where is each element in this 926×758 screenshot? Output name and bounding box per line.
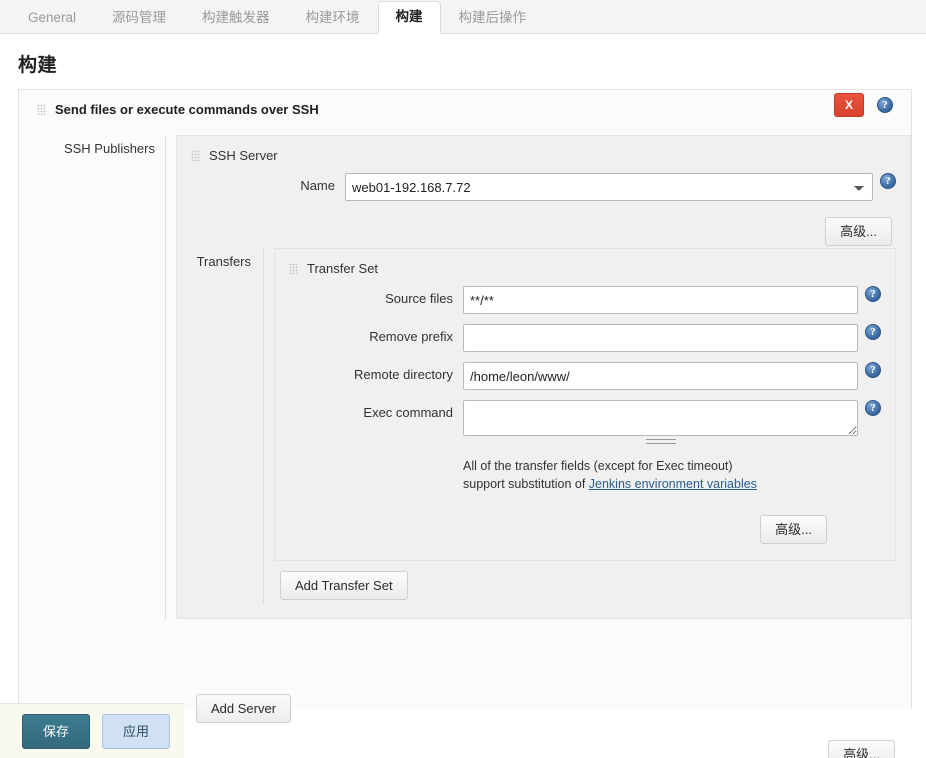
remove-prefix-field: Remove prefix ? bbox=[285, 324, 881, 352]
tab-post-build-actions[interactable]: 构建后操作 bbox=[441, 2, 545, 34]
apply-button[interactable]: 应用 bbox=[102, 713, 171, 749]
delete-builder-button[interactable]: X bbox=[834, 93, 864, 117]
form-save-bar: 保存 应用 bbox=[0, 703, 184, 758]
ssh-server-box: SSH Server Name web01-192.168.7.72 ? 高级.… bbox=[176, 135, 911, 619]
ssh-server-name-select[interactable]: web01-192.168.7.72 bbox=[345, 173, 873, 201]
remove-prefix-input[interactable] bbox=[463, 324, 858, 352]
help-icon-builder[interactable]: ? bbox=[877, 97, 893, 113]
ssh-server-advanced-button[interactable]: 高级... bbox=[825, 217, 892, 246]
transfer-set-box: Transfer Set Source files ? bbox=[274, 248, 896, 561]
add-transfer-set-row: Add Transfer Set bbox=[274, 561, 896, 604]
tab-source-code-management[interactable]: 源码管理 bbox=[94, 2, 184, 34]
ssh-server-name-label: Name bbox=[300, 178, 335, 193]
remote-directory-field: Remote directory ? bbox=[285, 362, 881, 390]
help-icon-ssh-server-name[interactable]: ? bbox=[880, 173, 896, 189]
help-icon-remote-directory[interactable]: ? bbox=[865, 362, 881, 378]
transfer-note-row: All of the transfer fields (except for E… bbox=[285, 455, 881, 499]
transfers-label: Transfers bbox=[196, 254, 251, 269]
panel-bottom-spacer bbox=[19, 619, 911, 694]
remove-prefix-label: Remove prefix bbox=[369, 329, 453, 344]
transfer-note-spacer bbox=[285, 455, 463, 460]
drag-handle-icon-ssh-server[interactable] bbox=[191, 150, 200, 161]
source-files-label: Source files bbox=[385, 291, 453, 306]
tab-build-triggers[interactable]: 构建触发器 bbox=[184, 2, 288, 34]
ssh-server-name-field: Name web01-192.168.7.72 ? bbox=[187, 173, 896, 201]
drag-handle-icon-transfer-set[interactable] bbox=[289, 263, 298, 274]
config-tab-bar: General 源码管理 构建触发器 构建环境 构建 构建后操作 bbox=[0, 0, 926, 34]
ssh-server-advanced-row: 高级... bbox=[187, 211, 896, 248]
source-files-field: Source files ? bbox=[285, 286, 881, 314]
exec-command-label: Exec command bbox=[363, 405, 453, 420]
jenkins-env-variables-link[interactable]: Jenkins environment variables bbox=[589, 477, 757, 491]
ssh-server-header: SSH Server bbox=[187, 146, 896, 173]
exec-command-field: Exec command ? bbox=[285, 400, 881, 445]
source-files-input[interactable] bbox=[463, 286, 858, 314]
help-icon-remove-prefix[interactable]: ? bbox=[865, 324, 881, 340]
add-transfer-set-button[interactable]: Add Transfer Set bbox=[280, 571, 408, 600]
ssh-publishers-content: SSH Server Name web01-192.168.7.72 ? 高级.… bbox=[165, 135, 911, 619]
transfer-set-advanced-button[interactable]: 高级... bbox=[760, 515, 827, 544]
transfer-set-title: Transfer Set bbox=[307, 261, 379, 276]
exec-command-textarea[interactable] bbox=[463, 400, 858, 436]
tab-general[interactable]: General bbox=[10, 2, 94, 34]
ssh-builder-title: Send files or execute commands over SSH bbox=[55, 102, 319, 117]
page-title: 构建 bbox=[18, 55, 58, 76]
ssh-publishers-row: SSH Publishers SSH Server Name web01-192… bbox=[19, 127, 911, 619]
drag-handle-icon[interactable] bbox=[37, 104, 46, 115]
transfers-content: Transfer Set Source files ? bbox=[263, 248, 896, 604]
help-icon-source-files[interactable]: ? bbox=[865, 286, 881, 302]
transfer-set-header: Transfer Set bbox=[285, 259, 881, 286]
help-icon-exec-command[interactable]: ? bbox=[865, 400, 881, 416]
ssh-server-title: SSH Server bbox=[209, 148, 278, 163]
transfer-note: All of the transfer fields (except for E… bbox=[463, 455, 881, 499]
ssh-builder-header: Send files or execute commands over SSH bbox=[19, 90, 911, 127]
transfer-set-advanced-row: 高级... bbox=[285, 509, 881, 546]
save-button[interactable]: 保存 bbox=[22, 713, 91, 749]
ssh-builder-panel: Send files or execute commands over SSH … bbox=[18, 89, 912, 758]
tab-build[interactable]: 构建 bbox=[377, 1, 441, 34]
remote-directory-input[interactable] bbox=[463, 362, 858, 390]
exec-command-resize-handle[interactable] bbox=[463, 437, 858, 445]
tab-build-environment[interactable]: 构建环境 bbox=[288, 2, 378, 34]
add-server-button[interactable]: Add Server bbox=[196, 694, 292, 723]
transfer-note-line2-prefix: support substitution of bbox=[463, 477, 589, 491]
builder-advanced-button[interactable]: 高级... bbox=[828, 740, 895, 758]
transfers-row: Transfers Transfer Set Source files **/*… bbox=[187, 248, 896, 604]
ssh-publishers-label: SSH Publishers bbox=[63, 141, 155, 156]
remote-directory-label: Remote directory bbox=[354, 367, 453, 382]
transfer-note-line1: All of the transfer fields (except for E… bbox=[463, 459, 733, 473]
